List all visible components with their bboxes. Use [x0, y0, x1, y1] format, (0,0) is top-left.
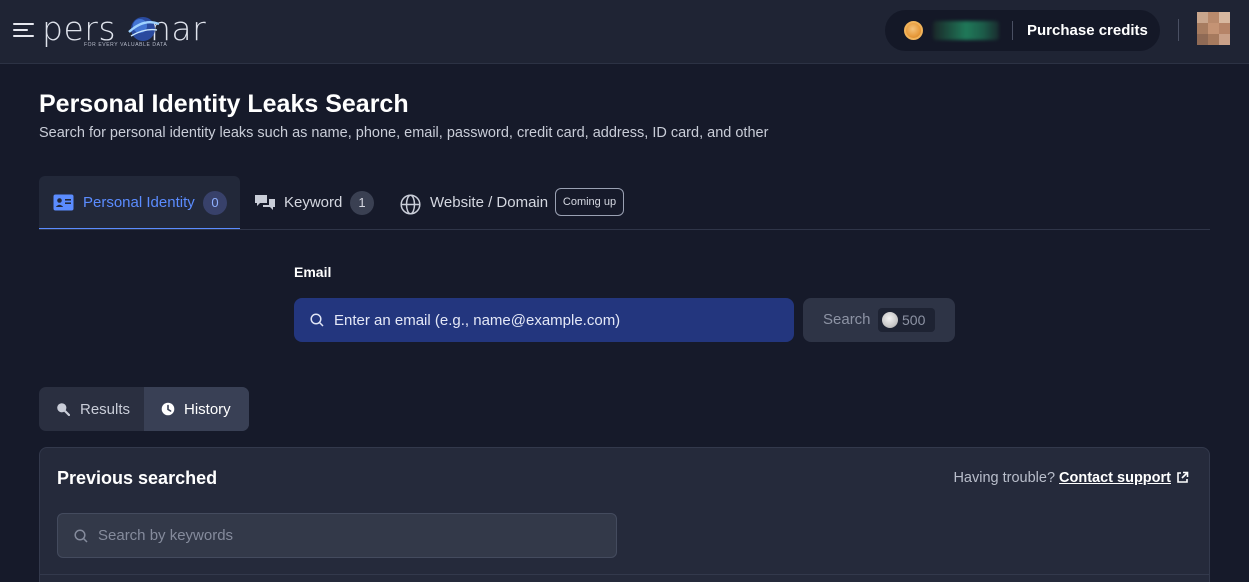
- logo-tagline: FOR EVERY VALUABLE DATA: [84, 42, 168, 48]
- globe-icon: [400, 194, 421, 215]
- chat-bubbles-icon: [255, 195, 275, 210]
- logo-globe-icon: [128, 17, 160, 41]
- history-label: History: [184, 401, 231, 418]
- email-field[interactable]: [294, 298, 794, 342]
- top-bar: pers nar FOR EVERY VALUABLE DATA Purchase…: [0, 0, 1249, 64]
- keyword-search-field[interactable]: [57, 513, 617, 558]
- coin-icon: [904, 21, 923, 40]
- search-button[interactable]: Search 500: [803, 298, 955, 342]
- tabs-divider: [39, 229, 1210, 230]
- tab-label: Personal Identity: [83, 194, 195, 211]
- external-link-icon[interactable]: [1176, 471, 1189, 484]
- purchase-credits-button[interactable]: Purchase credits: [1027, 22, 1148, 39]
- results-toggle-button[interactable]: Results: [39, 387, 144, 431]
- history-panel: Previous searched Having trouble? Contact…: [39, 447, 1210, 582]
- panel-title: Previous searched: [57, 468, 218, 488]
- credits-pill[interactable]: Purchase credits: [885, 10, 1160, 51]
- coming-up-badge: Coming up: [555, 188, 624, 216]
- search-icon: [310, 313, 324, 327]
- hamburger-menu-icon[interactable]: [13, 21, 34, 39]
- trouble-text: Having trouble?: [953, 470, 1056, 486]
- tab-label: Keyword: [284, 194, 343, 211]
- keyword-search-input[interactable]: [98, 514, 608, 557]
- magnifier-icon: [57, 403, 70, 416]
- tab-keyword[interactable]: Keyword 1: [240, 176, 390, 230]
- search-button-label: Search: [823, 311, 871, 328]
- cost-chip: 500: [878, 308, 935, 332]
- tab-count-badge: 1: [350, 191, 374, 215]
- credit-balance-redacted: [933, 21, 999, 40]
- results-label: Results: [80, 401, 131, 418]
- email-field-label: Email: [294, 264, 332, 280]
- id-card-icon: [53, 194, 74, 211]
- email-input[interactable]: [334, 298, 784, 342]
- view-toggle: Results History: [39, 387, 249, 431]
- clock-icon: [161, 402, 175, 416]
- logo[interactable]: pers nar FOR EVERY VALUABLE DATA: [42, 10, 212, 50]
- search-cost: 500: [902, 312, 926, 328]
- divider: [1178, 19, 1179, 41]
- tab-label: Website / Domain: [430, 194, 549, 211]
- history-toggle-button[interactable]: History: [144, 387, 249, 431]
- page-subtitle: Search for personal identity leaks such …: [39, 125, 769, 141]
- search-icon: [74, 529, 88, 543]
- contact-support-link[interactable]: Contact support: [1059, 470, 1171, 486]
- divider: [40, 574, 1209, 575]
- divider: [1012, 21, 1013, 40]
- support-hint: Having trouble? Contact support: [953, 470, 1189, 486]
- page-title: Personal Identity Leaks Search: [39, 90, 409, 118]
- avatar[interactable]: [1197, 12, 1230, 45]
- tab-personal-identity[interactable]: Personal Identity 0: [39, 176, 240, 230]
- tab-count-badge: 0: [203, 191, 227, 215]
- credit-coin-icon: [882, 312, 898, 328]
